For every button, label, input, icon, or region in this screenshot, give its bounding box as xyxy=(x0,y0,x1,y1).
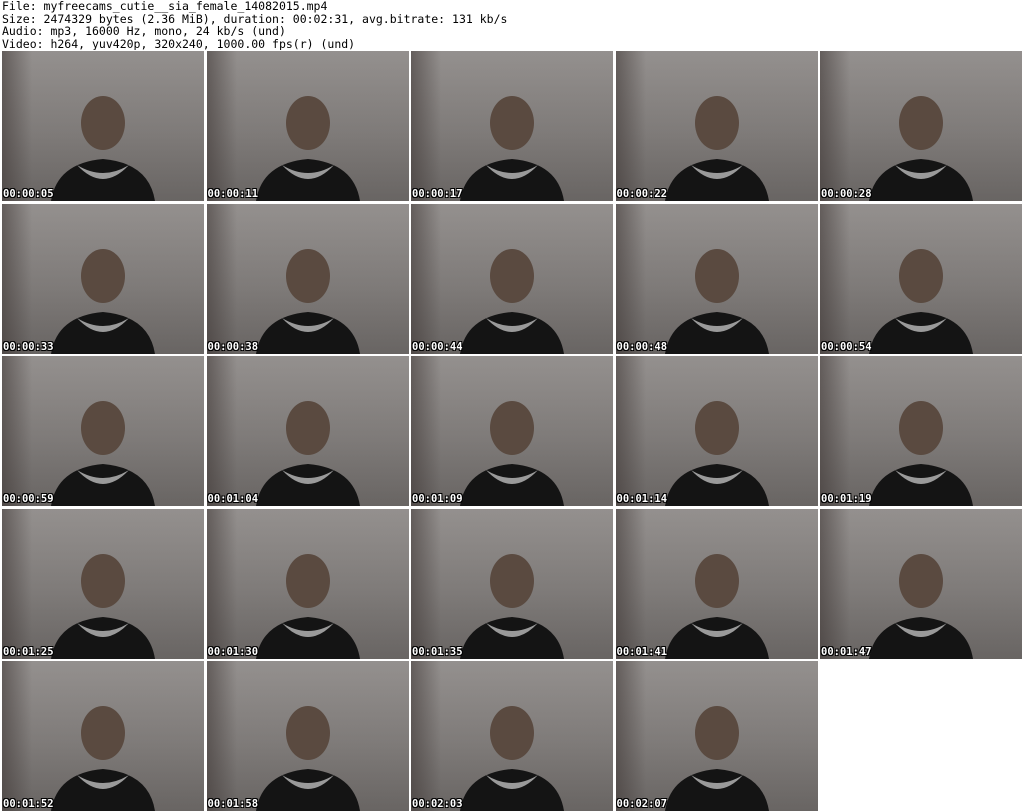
frame-timestamp: 00:01:35 xyxy=(412,645,463,658)
frame-timestamp: 00:00:17 xyxy=(412,188,463,200)
thumbnail-frame[interactable]: 00:00:59 xyxy=(2,356,204,506)
person-placeholder-icon xyxy=(255,706,360,811)
frame-timestamp: 00:01:09 xyxy=(412,493,463,505)
frame-timestamp: 00:00:38 xyxy=(207,340,259,353)
frame-timestamp: 00:01:47 xyxy=(821,645,872,658)
frame-timestamp: 00:00:11 xyxy=(207,188,259,200)
person-placeholder-icon xyxy=(51,248,155,354)
person-placeholder-icon xyxy=(460,706,564,811)
thumbnail-frame[interactable]: 00:01:04 xyxy=(206,356,409,506)
thumbnail-frame[interactable]: 00:00:28 xyxy=(820,51,1022,201)
metadata-header: File: myfreecams_cutie__sia_female_14082… xyxy=(2,0,1022,50)
person-placeholder-icon xyxy=(255,401,360,506)
thumbnail-frame[interactable]: 00:00:05 xyxy=(2,51,204,201)
thumbnail-frame[interactable]: 00:00:17 xyxy=(411,51,613,201)
frame-timestamp: 00:01:41 xyxy=(616,645,668,658)
thumbnail-frame[interactable]: 00:01:14 xyxy=(615,356,818,506)
person-placeholder-icon xyxy=(869,553,973,659)
frame-timestamp: 00:00:44 xyxy=(412,340,463,353)
thumbnail-frame[interactable]: 00:00:22 xyxy=(615,51,818,201)
person-placeholder-icon xyxy=(51,706,155,811)
thumbnail-frame[interactable]: 00:01:47 xyxy=(820,508,1022,659)
audio-info-line: Audio: mp3, 16000 Hz, mono, 24 kb/s (und… xyxy=(2,24,286,38)
frame-timestamp: 00:00:22 xyxy=(616,188,668,200)
thumbnail-frame[interactable]: 00:01:19 xyxy=(820,356,1022,506)
empty-cell xyxy=(820,661,1022,811)
person-placeholder-icon xyxy=(869,96,973,201)
person-placeholder-icon xyxy=(460,96,564,201)
person-placeholder-icon xyxy=(460,248,564,354)
frame-timestamp: 00:01:14 xyxy=(616,493,668,505)
frame-timestamp: 00:01:58 xyxy=(207,798,259,810)
video-info-line: Video: h264, yuv420p, 320x240, 1000.00 f… xyxy=(2,36,356,50)
person-placeholder-icon xyxy=(51,401,155,506)
frame-timestamp: 00:01:30 xyxy=(207,645,259,658)
frame-timestamp: 00:00:59 xyxy=(3,493,54,505)
frame-timestamp: 00:00:48 xyxy=(616,340,668,353)
person-placeholder-icon xyxy=(869,401,973,506)
person-placeholder-icon xyxy=(51,553,155,659)
person-placeholder-icon xyxy=(664,248,769,354)
frame-timestamp: 00:01:25 xyxy=(3,645,54,658)
thumbnail-frame[interactable]: 00:00:44 xyxy=(411,203,613,354)
thumbnail-frame[interactable]: 00:01:09 xyxy=(411,356,613,506)
frame-timestamp: 00:00:05 xyxy=(3,188,54,200)
frame-timestamp: 00:02:03 xyxy=(412,798,463,810)
frame-timestamp: 00:02:07 xyxy=(616,798,668,810)
person-placeholder-icon xyxy=(869,248,973,354)
person-placeholder-icon xyxy=(664,96,769,201)
frame-timestamp: 00:00:28 xyxy=(821,188,872,200)
person-placeholder-icon xyxy=(255,96,360,201)
thumbnail-frame[interactable]: 00:01:35 xyxy=(411,508,613,659)
person-placeholder-icon xyxy=(664,706,769,811)
thumbnail-frame[interactable]: 00:00:38 xyxy=(206,203,409,354)
thumbnail-frame[interactable]: 00:00:48 xyxy=(615,203,818,354)
thumbnail-frame[interactable]: 00:00:33 xyxy=(2,203,204,354)
frame-timestamp: 00:01:19 xyxy=(821,493,872,505)
frame-timestamp: 00:00:33 xyxy=(3,340,54,353)
person-placeholder-icon xyxy=(664,553,769,659)
thumbnail-frame[interactable]: 00:00:54 xyxy=(820,203,1022,354)
person-placeholder-icon xyxy=(51,96,155,201)
person-placeholder-icon xyxy=(255,553,360,659)
thumbnail-frame[interactable]: 00:02:07 xyxy=(615,661,818,811)
thumbnail-frame[interactable]: 00:01:58 xyxy=(206,661,409,811)
file-name-line: File: myfreecams_cutie__sia_female_14082… xyxy=(2,0,328,13)
thumbnail-frame[interactable]: 00:01:30 xyxy=(206,508,409,659)
thumbnail-frame[interactable]: 00:01:52 xyxy=(2,661,204,811)
person-placeholder-icon xyxy=(255,248,360,354)
frame-timestamp: 00:01:52 xyxy=(3,798,54,810)
thumbnail-grid: 00:00:05 00:00:11 00:00:17 00:00:22 00:00:28… xyxy=(2,51,1022,811)
person-placeholder-icon xyxy=(664,401,769,506)
thumbnail-frame[interactable]: 00:01:25 xyxy=(2,508,204,659)
thumbnail-frame[interactable]: 00:00:11 xyxy=(206,51,409,201)
person-placeholder-icon xyxy=(460,401,564,506)
person-placeholder-icon xyxy=(460,553,564,659)
thumbnail-frame[interactable]: 00:01:41 xyxy=(615,508,818,659)
thumbnail-frame[interactable]: 00:02:03 xyxy=(411,661,613,811)
frame-timestamp: 00:01:04 xyxy=(207,493,259,505)
frame-timestamp: 00:00:54 xyxy=(821,340,872,353)
